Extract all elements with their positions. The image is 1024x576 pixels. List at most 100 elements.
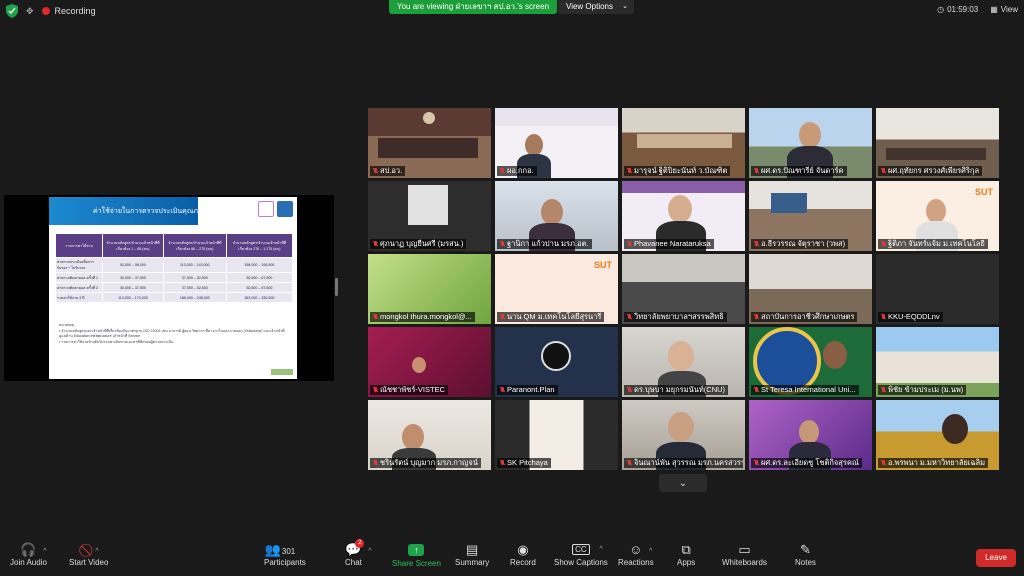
chat-icon: 💬 2 ^ <box>345 539 372 558</box>
table-cell: 113,000 – 173,000 <box>102 292 164 303</box>
table-cell: 52,500 – 67,500 <box>225 282 294 293</box>
participant-tile[interactable]: Phavanee Narataruksa <box>622 181 745 251</box>
participant-tile[interactable]: SK Pitchaya <box>495 400 618 470</box>
shared-screen-panel: ค่าใช้จ่ายในการตรวจประเมินคุณภาพ รายการค… <box>4 195 334 381</box>
participant-tile[interactable]: Paranont.Plan <box>495 327 618 397</box>
top-bar: ✥ Recording You are viewing ฝ่ายเลขาฯ สป… <box>0 0 1024 26</box>
participant-tile[interactable]: ผศ.ฤทัยกร ศรวงศ์เพียรศิริกุล <box>876 108 999 178</box>
participant-name-tag: นาน QM ม.เทคโนโลยีสุรนารี <box>497 312 605 322</box>
participant-tile[interactable]: St Teresa International Uni... <box>749 327 872 397</box>
participant-tile[interactable]: จินณาน์พัน สุวรรณ มรภ.นครสวรรค์ <box>622 400 745 470</box>
start-video-button[interactable]: ⃠^ Start Video <box>69 542 108 567</box>
muted-mic-icon <box>626 386 632 394</box>
muted-mic-icon <box>372 240 378 248</box>
table-cell: 113,000 – 143,000 <box>162 257 227 273</box>
participant-name: นาน QM ม.เทคโนโลยีสุรนารี <box>507 312 602 321</box>
caret-up-icon[interactable]: ^ <box>43 544 46 560</box>
chat-label: Chat <box>345 558 362 567</box>
table-row: ค่าตรวจประเมินเพื่อการรับรอง + ใบรับรอง … <box>54 257 294 273</box>
participant-tile[interactable]: ดร.บุษบา มยุกรมนันท์(CNU) <box>622 327 745 397</box>
table-header: จำนวนหลักสูตร/จำนวนเจ้าหน้าที่ที่เกี่ยวข… <box>102 233 164 258</box>
table-row: ค่าตรวจติดตามผล ครั้งที่ 2 30,000 – 37,5… <box>54 282 294 293</box>
participant-name-tag: ดร.บุษบา มยุกรมนันท์(CNU) <box>624 385 729 395</box>
pin-icon[interactable]: ✥ <box>26 6 34 17</box>
participant-tile[interactable]: ชรินรัตน์ บุญมาก มรภ.กาญจน์ <box>368 400 491 470</box>
participant-name: พิชัย ข้ามประเม (ม.นพ) <box>888 385 964 394</box>
share-screen-button[interactable]: ↑ Share Screen <box>392 542 441 568</box>
muted-mic-icon <box>880 167 886 175</box>
table-cell: ค่าตรวจติดตามผล ครั้งที่ 1 <box>54 272 104 283</box>
table-cell: ค่าตรวจติดตามผล ครั้งที่ 2 <box>54 282 104 293</box>
apps-button[interactable]: ⧉ Apps <box>677 542 695 567</box>
participant-name: Phavanee Narataruksa <box>634 239 711 248</box>
whiteboards-button[interactable]: ▭ Whiteboards <box>722 542 767 567</box>
table-cell: 30,000 – 37,500 <box>102 272 164 283</box>
participant-name-tag: ผอ.กกอ. <box>497 166 537 176</box>
muted-mic-icon <box>372 459 378 467</box>
participant-name: ชรินรัตน์ บุญมาก มรภ.กาญจน์ <box>380 458 478 467</box>
participant-tile[interactable]: พิชัย ข้ามประเม (ม.นพ) <box>876 327 999 397</box>
view-options-button[interactable]: View Options ⌄ <box>558 0 634 14</box>
participants-icon: 👥 301 <box>265 542 305 558</box>
participant-tile[interactable]: SUT ฐิติภา จันทร์แจ้ม ม.เทคโนโลยี <box>876 181 999 251</box>
gallery-next-page-button[interactable]: ⌄ <box>659 474 707 492</box>
participant-tile[interactable]: ฐานิกา แก้วปาน มรภ.อต. <box>495 181 618 251</box>
table-cell: 37,500 – 52,500 <box>162 272 227 283</box>
participant-name-tag: วิทยาลัยพยาบาลฯสรรพสิทธิ <box>624 312 727 322</box>
participant-tile[interactable]: วิทยาลัยพยาบาลฯสรรพสิทธิ <box>622 254 745 324</box>
show-captions-button[interactable]: CC ^ Show Captions <box>554 542 608 567</box>
participant-tile[interactable]: ผอ.กกอ. <box>495 108 618 178</box>
participant-tile[interactable]: อ.ธีรวรรณ จัตุราชา (วพส) <box>749 181 872 251</box>
recording-dot-icon <box>41 7 50 15</box>
participant-tile[interactable]: สป.อว. <box>368 108 491 178</box>
record-button[interactable]: ◉ Record <box>510 542 536 567</box>
view-button[interactable]: ▦ View <box>990 5 1018 14</box>
leave-button[interactable]: Leave <box>976 549 1016 567</box>
muted-mic-icon <box>372 167 378 175</box>
muted-mic-icon <box>880 240 886 248</box>
chat-unread-badge: 2 <box>355 539 365 548</box>
note-text: จำนวนหลักสูตรและเจ้าหน้าที่ที่เกี่ยวข้อง… <box>59 328 285 339</box>
participant-name-tag: ผศ.ดร.ละเอียดชู โชติกิจสุรคณ์ <box>751 458 862 468</box>
slide-footer-logo <box>271 369 293 375</box>
reactions-button[interactable]: ☺ ^ Reactions <box>618 542 654 567</box>
participant-tile[interactable]: SUT นาน QM ม.เทคโนโลยีสุรนารี <box>495 254 618 324</box>
participants-button[interactable]: 👥 301 Participants <box>264 542 306 567</box>
participant-tile[interactable]: อ.พรพนา ม.มหาวิทยาลัยเฉลิม <box>876 400 999 470</box>
participant-tile[interactable]: ผศ.ดร.ปัณฑารีย์ จันดาร์ค <box>749 108 872 178</box>
participant-tile[interactable]: สถาบันการอาชีวศึกษาเกษตร <box>749 254 872 324</box>
caret-up-icon[interactable]: ^ <box>368 544 371 560</box>
table-row: ค่าตรวจติดตามผล ครั้งที่ 1 30,000 – 37,5… <box>54 272 294 283</box>
chat-button[interactable]: 💬 2 ^ Chat <box>345 539 372 567</box>
caret-up-icon[interactable]: ^ <box>95 544 98 560</box>
table-cell: 37,500 – 52,500 <box>162 282 227 293</box>
muted-mic-icon <box>753 459 759 467</box>
participant-tile[interactable]: มารุจน์ ฐิติปิยะนันท์ ว.บัณฑิต <box>622 108 745 178</box>
captions-icon: CC ^ <box>572 544 603 555</box>
summary-button[interactable]: ▤ Summary <box>455 542 489 567</box>
recording-indicator[interactable]: Recording <box>41 6 96 16</box>
caret-up-icon[interactable]: ^ <box>649 544 652 560</box>
headphones-icon: 🎧 ^ <box>20 542 46 558</box>
table-cell: รวมค่าใช้จ่าย 3 ปี <box>54 292 104 303</box>
notes-button[interactable]: ✎ Notes <box>795 542 816 567</box>
muted-mic-icon <box>372 313 378 321</box>
participant-name-tag: พิชัย ข้ามประเม (ม.นพ) <box>878 385 967 395</box>
muted-mic-icon <box>880 386 886 394</box>
participant-name: ฐิติภา จันทร์แจ้ม ม.เทคโนโลยี <box>888 239 985 248</box>
muted-mic-icon <box>753 167 759 175</box>
institution-logo <box>277 201 293 217</box>
participant-tile[interactable]: ศุภนาฏ บุญยืนศรี (มรสน.) <box>368 181 491 251</box>
participant-tile[interactable]: KKU-EQDDLnv <box>876 254 999 324</box>
split-view-resize-handle[interactable] <box>335 278 338 296</box>
participant-tile[interactable]: ผศ.ดร.ละเอียดชู โชติกิจสุรคณ์ <box>749 400 872 470</box>
join-audio-button[interactable]: 🎧 ^ Join Audio <box>10 542 47 567</box>
participant-tile[interactable]: ณัชชาพัชร์-VISTEC <box>368 327 491 397</box>
summary-icon: ▤ <box>465 542 479 557</box>
caret-up-icon[interactable]: ^ <box>599 545 602 555</box>
record-icon: ◉ <box>517 542 529 557</box>
participant-name-tag: ฐิติภา จันทร์แจ้ม ม.เทคโนโลยี <box>878 239 988 249</box>
participant-tile[interactable]: mongkol thura.mongkol@... <box>368 254 491 324</box>
participant-name-tag: ศุภนาฏ บุญยืนศรี (มรสน.) <box>370 239 467 249</box>
security-shield-icon[interactable] <box>6 4 18 18</box>
